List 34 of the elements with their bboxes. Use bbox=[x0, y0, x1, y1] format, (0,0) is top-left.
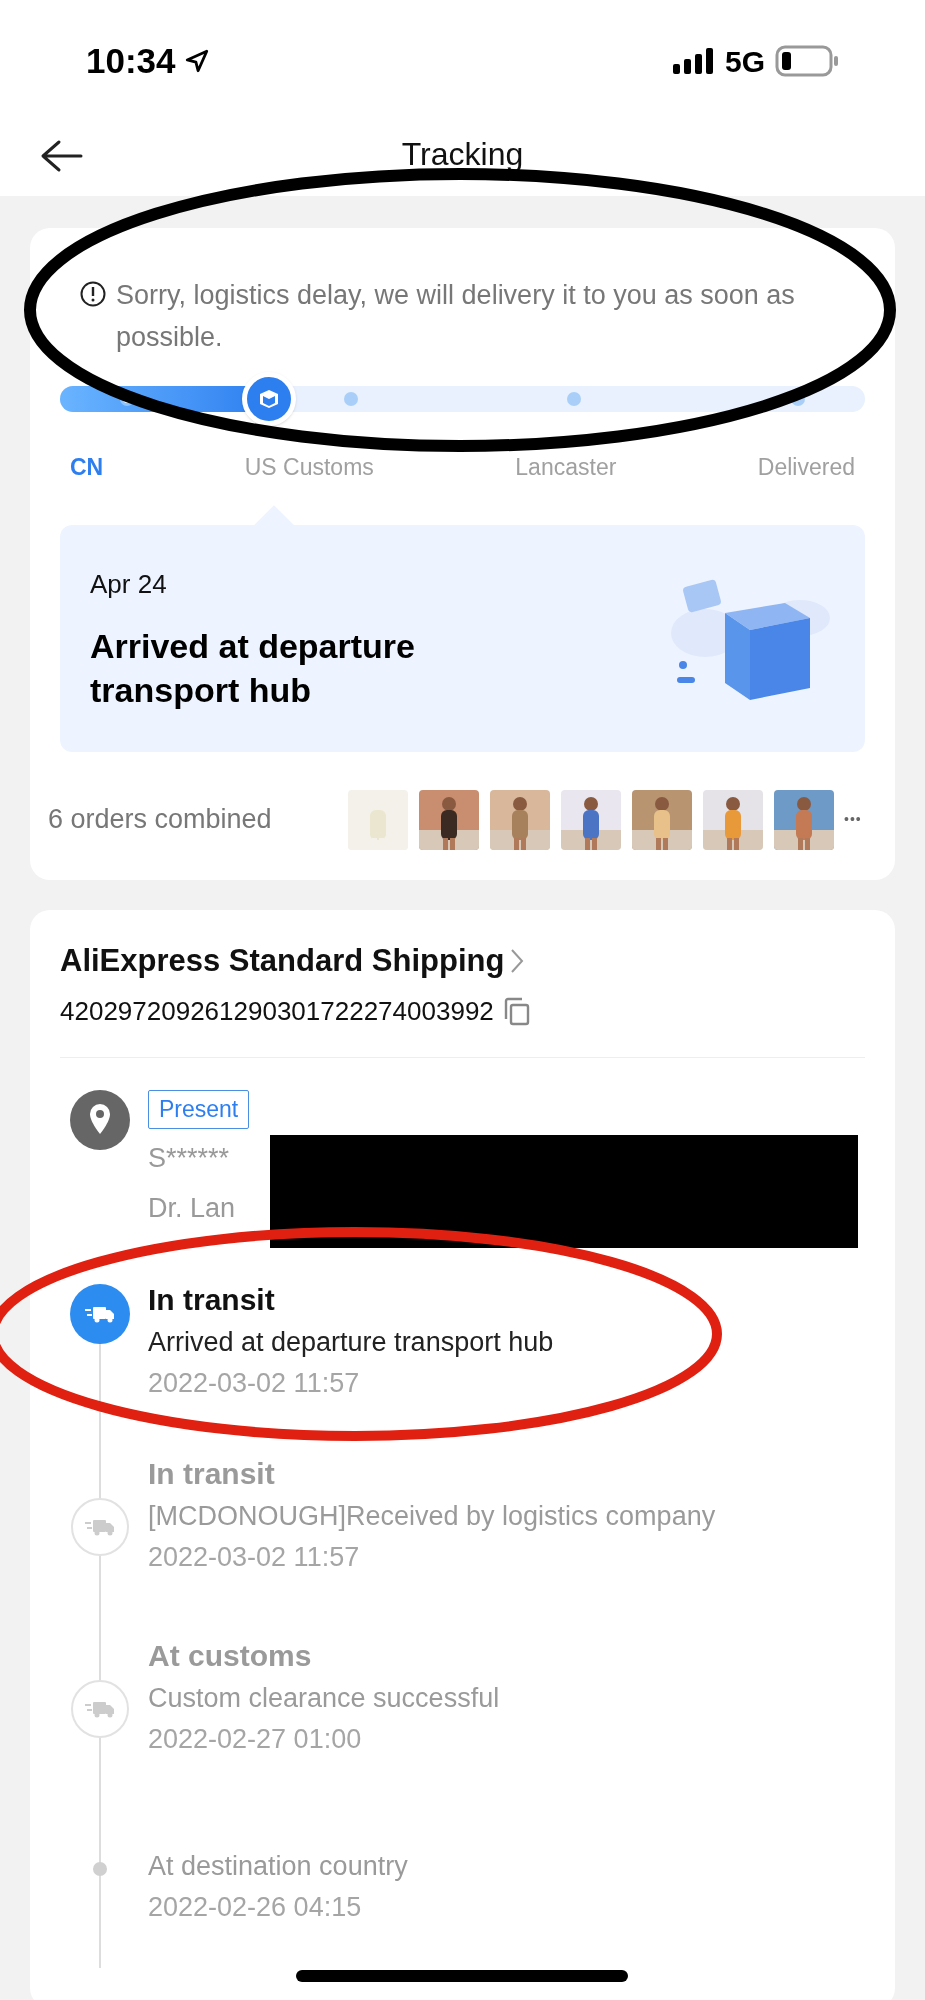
address-line: Dr. Lan bbox=[148, 1191, 237, 1225]
stage-label: CN bbox=[70, 453, 104, 482]
event-detail: Custom clearance successful bbox=[148, 1681, 500, 1715]
event-title: In transit bbox=[148, 1455, 276, 1492]
network-label: 5G bbox=[724, 43, 765, 80]
address-tag: Present bbox=[148, 1090, 250, 1129]
event-time: 2022-02-27 01:00 bbox=[148, 1722, 363, 1756]
event-time: 2022-03-02 11:57 bbox=[148, 1540, 361, 1574]
battery-icon bbox=[775, 45, 839, 77]
stage-label: US Customs bbox=[244, 453, 374, 482]
event-detail: At destination country bbox=[148, 1849, 408, 1883]
latest-status: Arrived at departure transport hub bbox=[90, 625, 416, 711]
page-title: Tracking bbox=[401, 135, 524, 174]
event-detail: Arrived at departure transport hub bbox=[148, 1325, 554, 1359]
clock-time: 10:34 bbox=[86, 39, 176, 82]
location-pin-icon bbox=[70, 1090, 130, 1150]
chevron-right-icon bbox=[510, 947, 525, 974]
address-line: S****** bbox=[148, 1141, 231, 1175]
tracking-number: 420297209261290301722274003992 bbox=[60, 995, 494, 1028]
more-orders-button[interactable]: ••• bbox=[844, 809, 862, 830]
event-time: 2022-03-02 11:57 bbox=[148, 1366, 361, 1400]
signal-icon bbox=[672, 48, 715, 74]
event-title: At customs bbox=[148, 1637, 313, 1674]
location-arrow-icon bbox=[183, 48, 210, 74]
event-detail: [MCDONOUGH]Received by logistics company bbox=[148, 1499, 716, 1533]
stage-label: Lancaster bbox=[515, 453, 617, 482]
latest-date: Apr 24 bbox=[90, 567, 168, 601]
stage-label: Delivered bbox=[757, 453, 855, 482]
carrier-name: AliExpress Standard Shipping bbox=[60, 941, 505, 980]
alert-icon bbox=[80, 281, 106, 307]
orders-count: 6 orders combined bbox=[48, 803, 273, 837]
delay-notice: Sorry, logistics delay, we will delivery it to you as soon as possible. bbox=[116, 279, 796, 354]
event-title: In transit bbox=[148, 1281, 276, 1318]
event-time: 2022-02-26 04:15 bbox=[148, 1890, 363, 1924]
